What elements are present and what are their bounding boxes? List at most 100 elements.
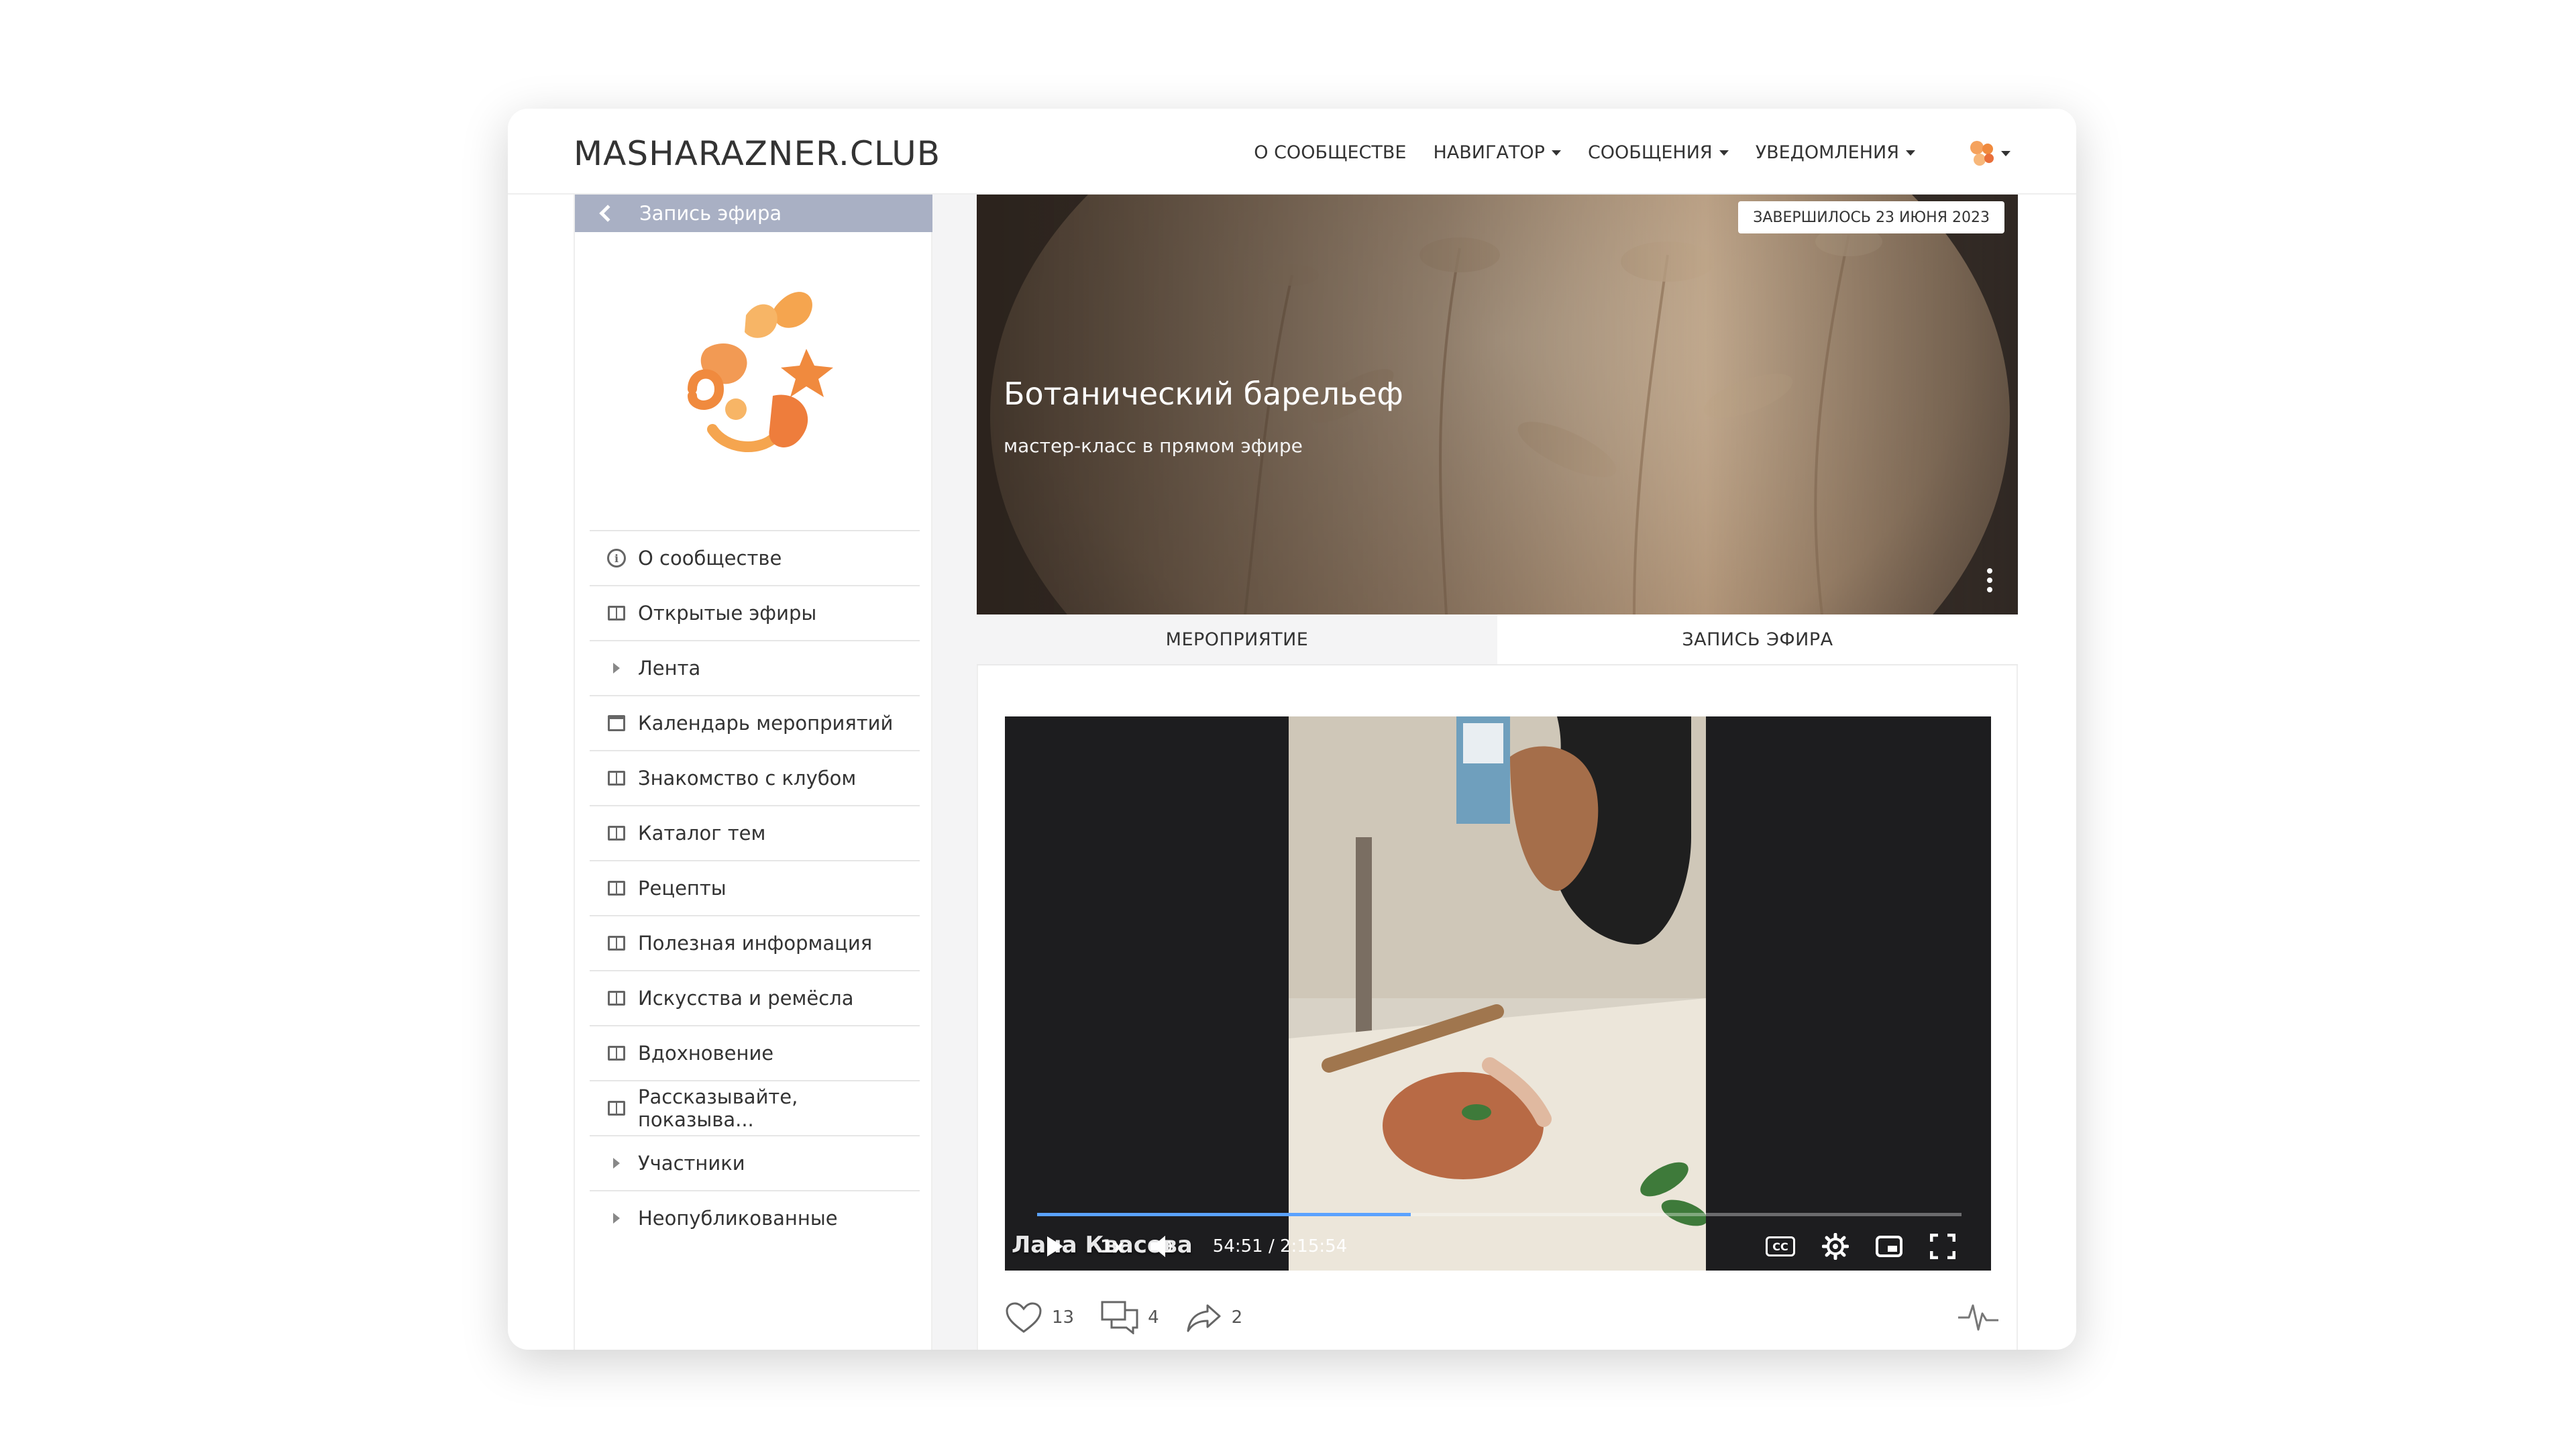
sidebar-item-label: Открытые эфиры [638,602,817,625]
sidebar-item-label: Участники [638,1152,745,1175]
player-controls: 1x 54:51 / 2:15:54 CC [1005,1226,1991,1267]
sidebar-item-tell-show[interactable]: Рассказывайте, показыва... [590,1080,920,1135]
sidebar-item-catalog[interactable]: Каталог тем [590,805,920,860]
likes-count: 13 [1052,1307,1075,1328]
back-button[interactable]: Запись эфира [575,195,971,232]
nav-navigator[interactable]: НАВИГАТОР [1433,142,1561,163]
book-icon [608,991,625,1006]
miniplayer-icon [1876,1236,1902,1257]
chevron-left-icon [599,205,616,222]
sidebar-item-label: Рассказывайте, показыва... [637,1085,798,1131]
video-frame [1289,716,1706,1271]
sidebar-item-calendar[interactable]: Календарь мероприятий [590,695,920,750]
like-button[interactable]: 13 [1005,1301,1074,1334]
sidebar-item-unpublished[interactable]: Неопубликованные [590,1190,920,1245]
nav-messages-label: СООБЩЕНИЯ [1587,142,1713,163]
share-icon [1187,1304,1221,1332]
comments-icon [1101,1301,1138,1334]
comments-count: 4 [1148,1307,1159,1328]
expand-arrow-icon [613,663,620,674]
volume-button[interactable] [1146,1226,1179,1267]
chevron-down-icon [1719,150,1729,156]
user-avatar[interactable] [1962,133,2002,173]
chevron-down-icon [1551,150,1561,156]
share-button[interactable]: 2 [1186,1303,1243,1332]
sidebar-item-intro[interactable]: Знакомство с клубом [590,750,920,805]
nav-navigator-label: НАВИГАТОР [1433,142,1545,163]
playback-speed-button[interactable]: 1x [1092,1226,1132,1267]
book-icon [608,881,625,896]
community-logo [688,292,833,452]
heart-icon [1006,1302,1042,1333]
video-progress-bar[interactable] [1037,1213,1962,1216]
sidebar-item-label: Неопубликованные [638,1207,838,1230]
nav-notifications-label: УВЕДОМЛЕНИЯ [1755,142,1899,163]
tab-event[interactable]: МЕРОПРИЯТИЕ [977,614,1497,664]
nav-messages[interactable]: СООБЩЕНИЯ [1588,142,1729,163]
volume-icon [1150,1236,1172,1257]
fullscreen-button[interactable] [1924,1226,1962,1267]
event-title: Ботанический барельеф [1004,376,1403,412]
comments-button[interactable]: 4 [1101,1301,1159,1334]
more-options-icon[interactable] [1987,568,1992,592]
expand-arrow-icon [613,1158,620,1169]
info-icon: i [607,549,626,568]
calendar-icon [608,715,625,731]
nav-about[interactable]: О СООБЩЕСТВЕ [1254,142,1406,163]
sidebar-item-label: О сообществе [638,547,782,570]
event-tabs: МЕРОПРИЯТИЕ ЗАПИСЬ ЭФИРА [977,614,2018,665]
back-label: Запись эфира [639,202,782,225]
sidebar-item-label: Искусства и ремёсла [638,987,854,1010]
sidebar-item-recipes[interactable]: Рецепты [590,860,920,915]
sidebar-item-label: Лента [638,657,701,680]
gear-icon [1822,1233,1849,1260]
sidebar: Запись эфира i О сообществе Открытые эфир… [574,195,971,1350]
sidebar-item-open-streams[interactable]: Открытые эфиры [590,585,920,640]
book-icon [607,1101,625,1116]
main-nav: О СООБЩЕСТВЕ НАВИГАТОР СООБЩЕНИЯ УВЕДОМЛ… [1254,142,1915,163]
chevron-down-icon [1906,150,1915,156]
book-icon [608,826,625,841]
status-badge: ЗАВЕРШИЛОСЬ 23 ИЮНЯ 2023 [1738,201,2004,233]
reactions-bar: 13 4 2 [1005,1297,1242,1338]
nav-notifications[interactable]: УВЕДОМЛЕНИЯ [1756,142,1915,163]
top-navbar: MASHARAZNER.CLUB О СООБЩЕСТВЕ НАВИГАТОР … [508,109,2076,195]
time-display: 54:51 / 2:15:54 [1212,1236,1348,1256]
sidebar-item-inspiration[interactable]: Вдохновение [590,1025,920,1080]
sidebar-item-members[interactable]: Участники [590,1135,920,1190]
miniplayer-button[interactable] [1870,1226,1908,1267]
shares-count: 2 [1231,1307,1243,1328]
captions-icon: CC [1766,1236,1795,1256]
chevron-down-icon[interactable] [2001,151,2010,156]
sidebar-item-label: Вдохновение [638,1042,774,1065]
fullscreen-icon [1930,1234,1955,1259]
video-progress-fill [1037,1213,1411,1216]
sidebar-gutter [932,195,977,1350]
event-subtitle: мастер-класс в прямом эфире [1004,435,1303,457]
play-button[interactable] [1038,1226,1072,1267]
event-hero-banner: Ботанический барельеф мастер-класс в пря… [977,195,2018,614]
activity-pulse-icon[interactable] [1957,1300,2000,1334]
captions-button[interactable]: CC [1762,1226,1799,1267]
book-icon [608,1046,625,1061]
sidebar-item-label: Знакомство с клубом [638,767,857,790]
sidebar-item-label: Полезная информация [638,932,873,955]
nav-about-label: О СООБЩЕСТВЕ [1254,142,1407,163]
play-icon [1047,1236,1063,1256]
tab-stream-recording[interactable]: ЗАПИСЬ ЭФИРА [1497,614,2018,664]
sidebar-item-label: Календарь мероприятий [638,712,894,735]
book-icon [608,771,625,786]
book-icon [608,606,625,621]
expand-arrow-icon [613,1213,620,1224]
sidebar-item-arts-crafts[interactable]: Искусства и ремёсла [590,970,920,1025]
sidebar-item-useful-info[interactable]: Полезная информация [590,915,920,970]
sidebar-menu: i О сообществе Открытые эфиры Лента Кален… [590,530,920,1245]
site-brand[interactable]: MASHARAZNER.CLUB [574,134,941,173]
sidebar-item-about[interactable]: i О сообществе [590,530,920,585]
sidebar-item-label: Каталог тем [638,822,766,845]
book-icon [608,936,625,951]
sidebar-item-feed[interactable]: Лента [590,640,920,695]
video-player[interactable]: Лана Квасова 1x 54:51 / 2:15:54 CC [1005,716,1991,1271]
sidebar-item-label: Рецепты [638,877,727,900]
settings-button[interactable] [1817,1226,1854,1267]
